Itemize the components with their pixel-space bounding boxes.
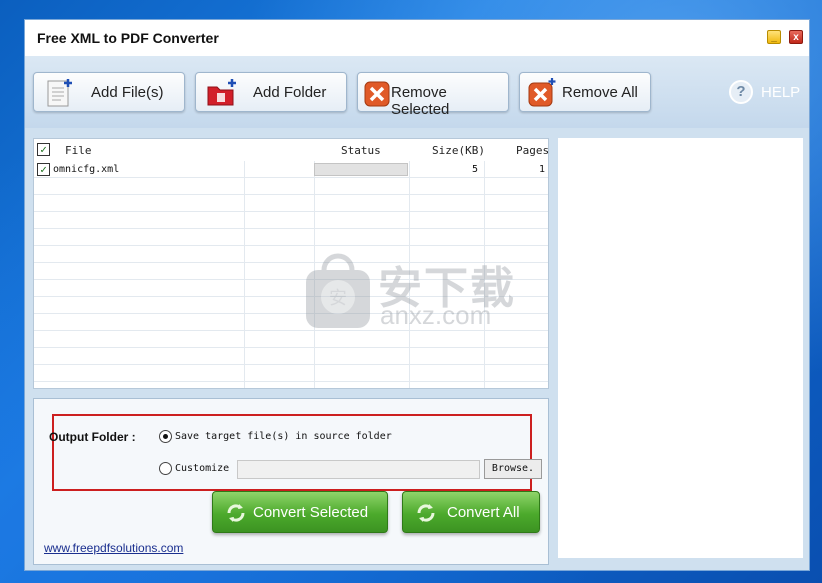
watermark-url: anxz.com bbox=[380, 300, 492, 330]
table-row bbox=[34, 331, 548, 348]
title-bar: Free XML to PDF Converter _ x bbox=[25, 20, 809, 56]
file-name: omnicfg.xml bbox=[53, 164, 120, 175]
watermark-bag-icon: 安 bbox=[306, 253, 370, 328]
table-row bbox=[34, 195, 548, 212]
remove-icon bbox=[364, 81, 390, 107]
file-pages: 1 bbox=[539, 164, 546, 175]
remove-all-label: Remove All bbox=[562, 84, 638, 101]
column-status[interactable]: Status bbox=[341, 144, 381, 157]
convert-selected-button[interactable]: Convert Selected bbox=[212, 491, 388, 533]
status-progress-bar bbox=[314, 163, 408, 176]
help-label: HELP bbox=[761, 84, 801, 101]
output-options-panel: Output Folder : Save target file(s) in s… bbox=[33, 398, 549, 565]
column-size[interactable]: Size(KB) bbox=[432, 144, 485, 157]
source-folder-radio[interactable] bbox=[159, 430, 172, 443]
minimize-button[interactable]: _ bbox=[767, 30, 781, 44]
browse-button[interactable]: Browse. bbox=[484, 459, 542, 479]
source-folder-option-label[interactable]: Save target file(s) in source folder bbox=[175, 431, 392, 442]
table-row bbox=[34, 212, 548, 229]
remove-all-button[interactable]: Remove All bbox=[519, 72, 651, 112]
refresh-icon bbox=[227, 504, 245, 522]
close-button[interactable]: x bbox=[789, 30, 803, 44]
add-folder-label: Add Folder bbox=[253, 84, 327, 101]
refresh-icon bbox=[417, 504, 435, 522]
file-size: 5 bbox=[472, 164, 479, 175]
table-row bbox=[34, 178, 548, 195]
window-title: Free XML to PDF Converter bbox=[37, 30, 219, 46]
add-files-button[interactable]: Add File(s) bbox=[33, 72, 185, 112]
select-all-checkbox[interactable]: ✓ bbox=[37, 143, 50, 156]
table-row[interactable]: ✓ omnicfg.xml 5 1 bbox=[34, 161, 548, 178]
preview-pane bbox=[558, 138, 803, 558]
column-file[interactable]: File bbox=[65, 144, 92, 157]
highlight-box bbox=[52, 414, 532, 491]
convert-selected-label: Convert Selected bbox=[253, 504, 369, 521]
column-pages[interactable]: Pages bbox=[516, 144, 548, 157]
custom-folder-input[interactable] bbox=[237, 460, 480, 479]
output-folder-label: Output Folder : bbox=[49, 430, 136, 444]
row-checkbox[interactable]: ✓ bbox=[37, 163, 50, 176]
remove-selected-button[interactable]: Remove Selected bbox=[357, 72, 509, 118]
remove-selected-label: Remove Selected bbox=[391, 84, 450, 118]
document-add-icon bbox=[47, 79, 72, 107]
table-row bbox=[34, 348, 548, 365]
customize-option-label[interactable]: Customize bbox=[175, 463, 229, 474]
customize-radio[interactable] bbox=[159, 462, 172, 475]
add-folder-button[interactable]: Add Folder bbox=[195, 72, 347, 112]
website-link[interactable]: www.freepdfsolutions.com bbox=[44, 541, 183, 555]
help-icon: ? bbox=[729, 80, 753, 104]
file-list-header: ✓ File Status Size(KB) Pages bbox=[34, 139, 548, 161]
table-row bbox=[34, 229, 548, 246]
watermark: 安 安下载 anxz.com bbox=[302, 250, 522, 330]
toolbar: Add File(s) Add Folder Remove Selected R… bbox=[25, 56, 809, 128]
convert-all-label: Convert All bbox=[447, 504, 520, 521]
convert-all-button[interactable]: Convert All bbox=[402, 491, 540, 533]
folder-add-icon bbox=[207, 79, 236, 106]
add-files-label: Add File(s) bbox=[91, 84, 164, 101]
table-row bbox=[34, 365, 548, 382]
svg-text:安: 安 bbox=[329, 288, 347, 309]
main-area: ✓ File Status Size(KB) Pages ✓ omnicfg.x… bbox=[25, 128, 809, 570]
remove-all-icon bbox=[528, 78, 556, 107]
